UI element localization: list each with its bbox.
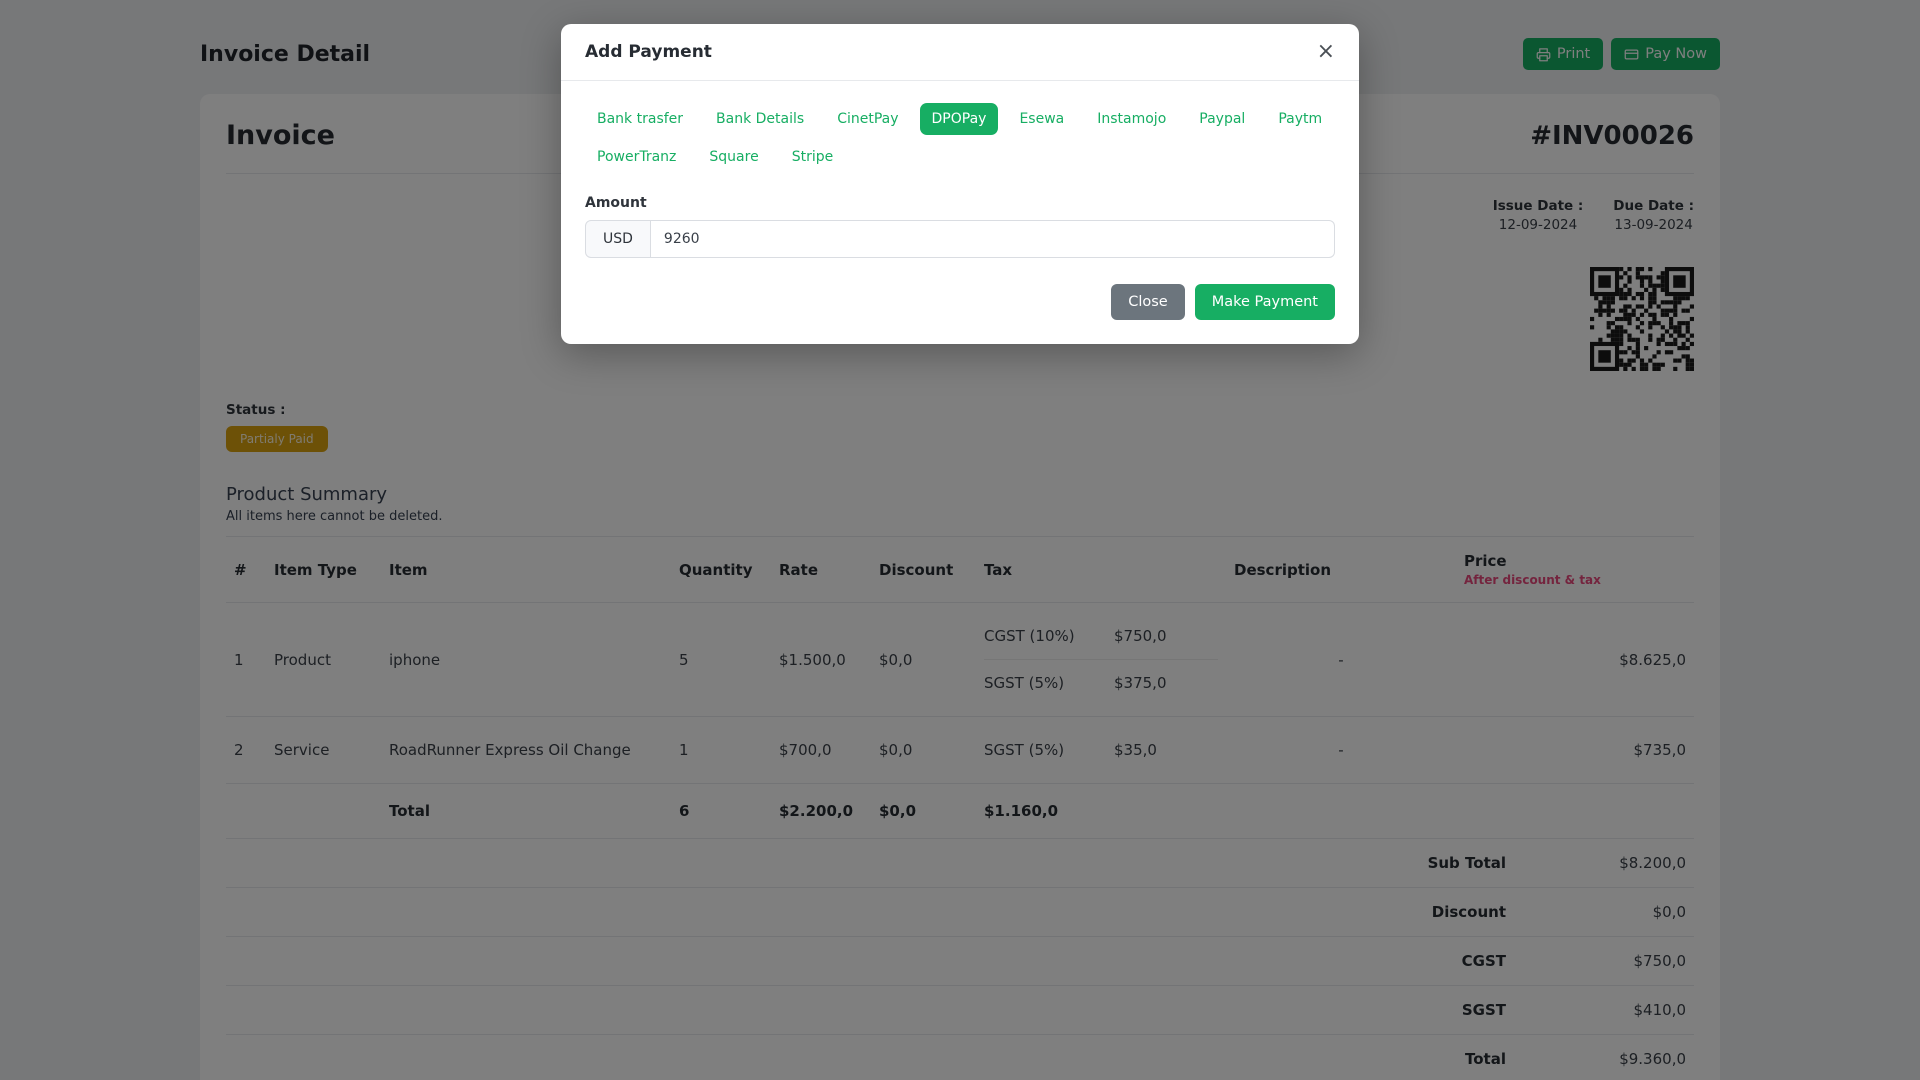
payment-method-tab[interactable]: PowerTranz — [585, 141, 688, 173]
amount-label: Amount — [585, 195, 1335, 211]
close-button[interactable]: Close — [1111, 284, 1185, 320]
payment-method-tab[interactable]: Square — [697, 141, 770, 173]
payment-method-tab[interactable]: Instamojo — [1085, 103, 1178, 135]
payment-method-tab[interactable]: Esewa — [1007, 103, 1076, 135]
currency-prefix: USD — [585, 220, 651, 258]
modal-title: Add Payment — [585, 42, 712, 62]
amount-input[interactable] — [651, 220, 1335, 258]
payment-method-tab[interactable]: Paypal — [1187, 103, 1257, 135]
amount-input-group: USD — [585, 220, 1335, 258]
add-payment-modal: Add Payment × Bank trasfer Bank Details … — [561, 24, 1359, 344]
payment-method-tab[interactable]: DPOPay — [920, 103, 999, 135]
make-payment-button[interactable]: Make Payment — [1195, 284, 1335, 320]
modal-body: Bank trasfer Bank Details CinetPay DPOPa… — [561, 81, 1359, 258]
payment-method-tab[interactable]: Bank Details — [704, 103, 816, 135]
modal-footer: Close Make Payment — [561, 258, 1359, 344]
payment-method-tabs: Bank trasfer Bank Details CinetPay DPOPa… — [585, 103, 1335, 173]
close-icon[interactable]: × — [1317, 41, 1335, 63]
payment-method-tab[interactable]: CinetPay — [825, 103, 910, 135]
modal-header: Add Payment × — [561, 24, 1359, 81]
payment-method-tab[interactable]: Paytm — [1266, 103, 1334, 135]
payment-method-tab[interactable]: Bank trasfer — [585, 103, 695, 135]
payment-method-tab[interactable]: Stripe — [780, 141, 846, 173]
